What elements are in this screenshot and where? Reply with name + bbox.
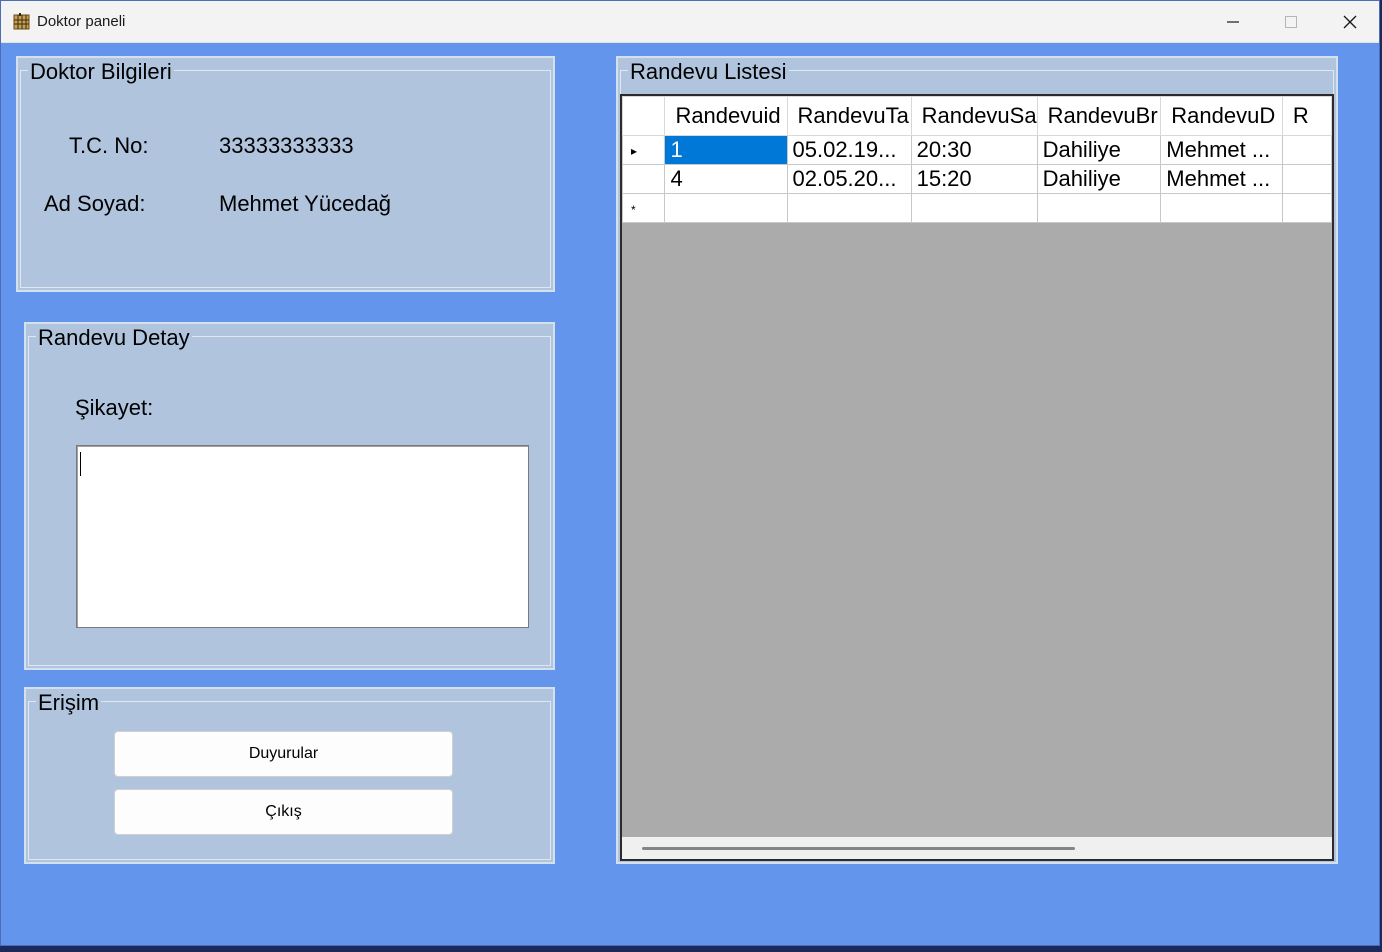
table-cell[interactable] bbox=[1281, 193, 1332, 223]
table-cell[interactable] bbox=[664, 193, 788, 223]
table-cell[interactable]: Mehmet ... bbox=[1160, 135, 1283, 165]
column-header[interactable]: RandevuD bbox=[1160, 96, 1283, 136]
appointment-list-legend: Randevu Listesi bbox=[628, 59, 789, 85]
column-header[interactable]: RandevuSa bbox=[910, 96, 1038, 136]
maximize-icon bbox=[1285, 15, 1297, 28]
minimize-icon bbox=[1227, 20, 1239, 23]
horizontal-scrollbar[interactable] bbox=[622, 837, 1332, 859]
row-header-cell[interactable] bbox=[622, 164, 666, 194]
row-header-cell[interactable]: * bbox=[622, 193, 666, 223]
name-value: Mehmet Yücedağ bbox=[219, 191, 392, 216]
table-row[interactable]: ▸ 1 05.02.19... 20:30 Dahiliye Mehmet ..… bbox=[622, 135, 1332, 165]
new-row[interactable]: * bbox=[622, 193, 1332, 223]
tc-value: 33333333333 bbox=[219, 133, 354, 158]
table-cell[interactable]: 05.02.19... bbox=[786, 135, 912, 165]
table-cell[interactable] bbox=[1160, 193, 1283, 223]
appointment-detail-group: Randevu Detay Şikayet: bbox=[24, 322, 555, 670]
complaint-textarea[interactable] bbox=[76, 445, 529, 628]
table-cell[interactable] bbox=[1036, 193, 1162, 223]
table-cell[interactable]: Mehmet ... bbox=[1160, 164, 1283, 194]
tc-label: T.C. No: bbox=[69, 133, 149, 158]
table-row[interactable]: 4 02.05.20... 15:20 Dahiliye Mehmet ... bbox=[622, 164, 1332, 194]
new-row-asterisk-icon: * bbox=[631, 203, 636, 217]
column-header[interactable]: R bbox=[1281, 96, 1332, 136]
minimize-button[interactable] bbox=[1204, 1, 1262, 42]
doctor-info-group: Doktor Bilgileri T.C. No: 33333333333 Ad… bbox=[16, 56, 555, 292]
app-grid-icon bbox=[13, 13, 30, 30]
name-label: Ad Soyad: bbox=[44, 191, 146, 216]
header-row: Randevuid RandevuTa RandevuSa RandevuBr … bbox=[622, 96, 1332, 136]
current-row-arrow-icon: ▸ bbox=[631, 144, 638, 158]
row-header-cell[interactable]: ▸ bbox=[622, 135, 666, 165]
doctor-info-legend: Doktor Bilgileri bbox=[28, 59, 174, 85]
appointment-detail-legend: Randevu Detay bbox=[36, 325, 192, 351]
table-cell[interactable]: 15:20 bbox=[910, 164, 1038, 194]
title-bar[interactable]: Doktor paneli bbox=[1, 1, 1379, 43]
access-legend: Erişim bbox=[36, 690, 102, 716]
corner-header-cell[interactable] bbox=[622, 96, 666, 136]
table-cell[interactable]: 20:30 bbox=[910, 135, 1038, 165]
complaint-label: Şikayet: bbox=[75, 395, 154, 420]
table-cell[interactable] bbox=[1281, 135, 1332, 165]
window-title: Doktor paneli bbox=[37, 13, 126, 30]
table-cell-selected[interactable]: 1 bbox=[664, 135, 788, 165]
announcements-button[interactable]: Duyurular bbox=[114, 731, 453, 777]
exit-button[interactable]: Çıkış bbox=[114, 789, 453, 835]
access-group: Erişim Duyurular Çıkış bbox=[24, 687, 555, 864]
table-cell[interactable]: 02.05.20... bbox=[786, 164, 912, 194]
close-button[interactable] bbox=[1321, 1, 1379, 42]
doctor-panel-window: Doktor paneli Doktor Bilgileri T.C. No: … bbox=[0, 0, 1380, 946]
table-cell[interactable] bbox=[910, 193, 1038, 223]
appointments-table: Randevuid RandevuTa RandevuSa RandevuBr … bbox=[622, 96, 1332, 223]
close-icon bbox=[1343, 15, 1357, 28]
table-cell[interactable]: Dahiliye bbox=[1036, 164, 1162, 194]
table-cell[interactable] bbox=[786, 193, 912, 223]
maximize-button[interactable] bbox=[1262, 1, 1320, 42]
column-header[interactable]: Randevuid bbox=[664, 96, 788, 136]
appointments-grid[interactable]: Randevuid RandevuTa RandevuSa RandevuBr … bbox=[620, 94, 1334, 861]
text-caret bbox=[80, 452, 81, 476]
appointment-list-group: Randevu Listesi Randevuid RandevuTa Rand… bbox=[616, 56, 1338, 864]
table-cell[interactable]: 4 bbox=[664, 164, 788, 194]
column-header[interactable]: RandevuBr bbox=[1036, 96, 1162, 136]
table-cell[interactable] bbox=[1281, 164, 1332, 194]
column-header[interactable]: RandevuTa bbox=[786, 96, 912, 136]
scrollbar-thumb[interactable] bbox=[642, 847, 1075, 850]
table-cell[interactable]: Dahiliye bbox=[1036, 135, 1162, 165]
